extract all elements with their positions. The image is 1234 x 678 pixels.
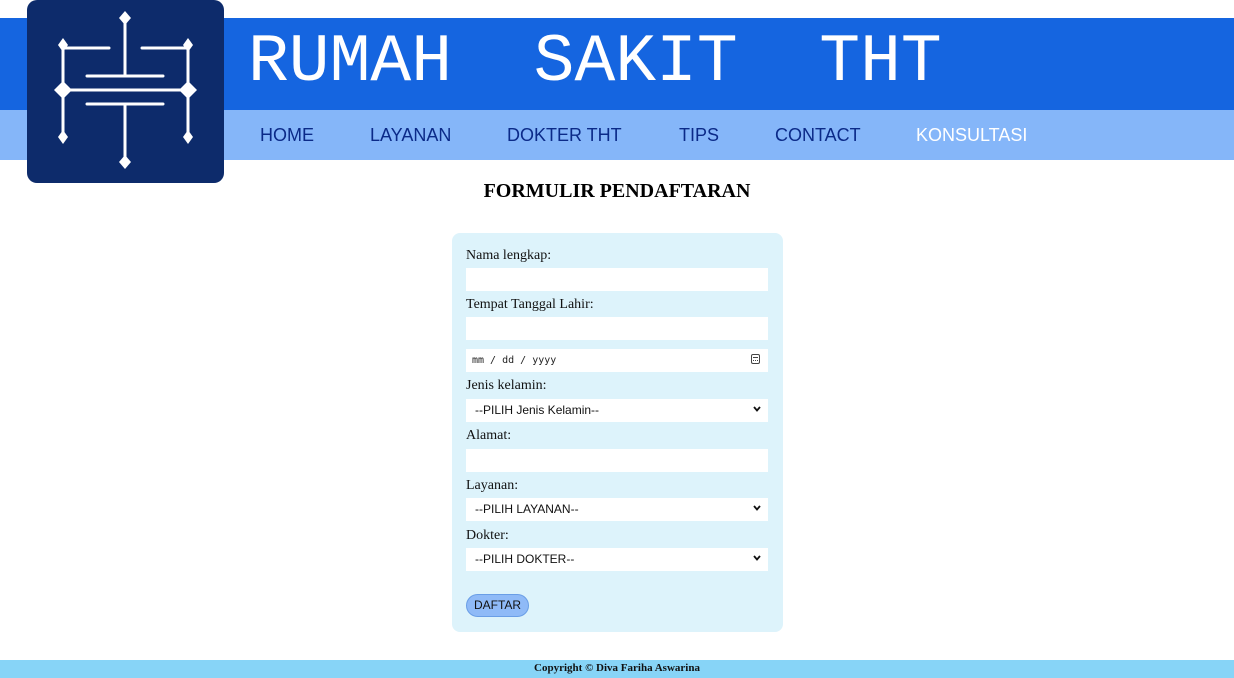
layanan-label: Layanan:	[466, 478, 519, 493]
registration-form: Nama lengkap: Tempat Tanggal Lahir: mm /…	[452, 233, 783, 632]
nav-item-home[interactable]: HOME	[260, 124, 314, 146]
jenis-kelamin-selected: --PILIH Jenis Kelamin--	[475, 403, 600, 417]
form-title: FORMULIR PENDAFTARAN	[483, 180, 751, 202]
chevron-down-icon	[753, 406, 761, 412]
jenis-kelamin-label: Jenis kelamin:	[466, 378, 547, 393]
dokter-select[interactable]: --PILIH DOKTER--	[466, 548, 768, 571]
ttl-input[interactable]	[466, 317, 768, 340]
nav-item-contact[interactable]: CONTACT	[775, 124, 861, 146]
jenis-kelamin-select[interactable]: --PILIH Jenis Kelamin--	[466, 399, 768, 422]
date-placeholder: mm / dd / yyyy	[472, 355, 557, 366]
nav-item-konsultasi[interactable]: KONSULTASI	[916, 124, 1027, 146]
daftar-button[interactable]: DAFTAR	[466, 594, 529, 617]
alamat-input[interactable]	[466, 449, 768, 472]
nav-item-tips[interactable]: TIPS	[679, 124, 719, 146]
dokter-selected: --PILIH DOKTER--	[475, 552, 575, 566]
date-input[interactable]: mm / dd / yyyy	[466, 349, 768, 372]
site-title: RUMAH SAKIT THT	[248, 24, 942, 101]
chevron-down-icon	[753, 555, 761, 561]
layanan-select[interactable]: --PILIH LAYANAN--	[466, 498, 768, 521]
calendar-icon[interactable]	[751, 354, 760, 364]
nama-input[interactable]	[466, 268, 768, 291]
alamat-label: Alamat:	[466, 428, 512, 443]
footer-copyright: Copyright © Diva Fariha Aswarina	[534, 662, 700, 674]
hospital-tht-logo-icon	[27, 0, 224, 183]
ttl-label: Tempat Tanggal Lahir:	[466, 297, 594, 312]
footer: Copyright © Diva Fariha Aswarina	[0, 660, 1234, 678]
nama-label: Nama lengkap:	[466, 248, 552, 263]
nav-item-layanan[interactable]: LAYANAN	[370, 124, 451, 146]
dokter-label: Dokter:	[466, 528, 509, 543]
nav-item-dokter-tht[interactable]: DOKTER THT	[507, 124, 622, 146]
chevron-down-icon	[753, 505, 761, 511]
layanan-selected: --PILIH LAYANAN--	[475, 502, 579, 516]
